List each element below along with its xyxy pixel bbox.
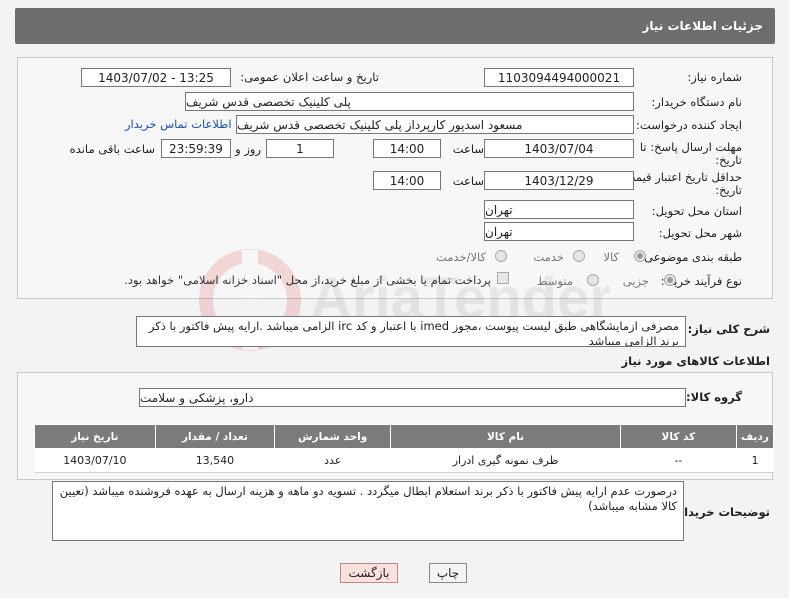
days-label: روز و bbox=[235, 142, 261, 156]
validity-date-field: 1403/12/29 bbox=[484, 171, 634, 190]
process-minor-label: جزیی bbox=[622, 274, 649, 288]
goods-group-field: دارو، پزشکی و سلامت bbox=[139, 388, 686, 407]
treasury-checkbox[interactable] bbox=[497, 272, 509, 284]
need-number-field: 1103094494000021 bbox=[484, 68, 634, 87]
buyer-notes-label: توضیحات خریدار: bbox=[672, 505, 770, 519]
treasury-note: پرداخت تمام یا بخشی از مبلغ خرید،از محل … bbox=[124, 273, 491, 287]
city-label: شهر محل تحویل: bbox=[658, 226, 742, 240]
goods-table-header: ردیف کد کالا نام کالا واحد شمارش تعداد /… bbox=[34, 424, 775, 449]
category-label: طبقه بندی موضوعی: bbox=[640, 250, 742, 264]
col-header-need-date: تاریخ نیاز bbox=[34, 424, 156, 449]
col-header-code: کد کالا bbox=[619, 424, 737, 449]
validity-date-label: تاریخ: bbox=[715, 183, 742, 197]
remaining-time-field: 23:59:39 bbox=[161, 139, 231, 158]
buyer-contact-link[interactable]: اطلاعات تماس خریدار bbox=[125, 117, 232, 131]
col-header-name: نام کالا bbox=[390, 424, 621, 449]
process-medium-label: متوسط bbox=[536, 274, 573, 288]
col-header-row: ردیف bbox=[735, 424, 775, 449]
col-header-unit: واحد شمارش bbox=[274, 424, 392, 449]
buyer-org-label: نام دستگاه خریدار: bbox=[651, 95, 742, 109]
process-radio-minor[interactable] bbox=[664, 274, 676, 286]
buyer-notes-field: درصورت عدم ارایه پیش فاکتور با ذکر برند … bbox=[52, 481, 684, 541]
print-button[interactable]: چاپ bbox=[429, 563, 467, 583]
province-field: تهران bbox=[484, 200, 634, 219]
deadline-label: مهلت ارسال پاسخ: تا bbox=[639, 140, 742, 154]
category-radio-goods[interactable] bbox=[634, 250, 646, 262]
creator-label: ایجاد کننده درخواست: bbox=[636, 118, 742, 132]
goods-table-wrap: ردیف کد کالا نام کالا واحد شمارش تعداد /… bbox=[34, 424, 775, 473]
cell-name: ظرف نمونه گیری ادرار bbox=[390, 448, 621, 473]
validity-time-field: 14:00 bbox=[373, 171, 441, 190]
deadline-date-label: تاریخ: bbox=[715, 153, 742, 167]
cell-row-number: 1 bbox=[736, 448, 774, 473]
description-field: مصرفی ازمایشگاهی طبق لیست پیوست ،مجوز im… bbox=[136, 316, 686, 347]
announce-label: تاریخ و ساعت اعلان عمومی: bbox=[240, 70, 379, 84]
cell-code: -- bbox=[620, 448, 737, 473]
goods-table: ردیف کد کالا نام کالا واحد شمارش تعداد /… bbox=[34, 424, 775, 473]
category-service-label: خدمت bbox=[533, 250, 564, 264]
back-button[interactable]: بازگشت bbox=[340, 563, 398, 583]
page-header: جزئیات اطلاعات نیاز bbox=[15, 8, 775, 44]
days-remaining-field: 1 bbox=[266, 139, 334, 158]
category-goods-label: کالا bbox=[603, 250, 619, 264]
buyer-org-field: پلی کلینیک تخصصی قدس شریف bbox=[185, 92, 634, 111]
deadline-time-label: ساعت bbox=[452, 142, 484, 156]
creator-field: مسعود اسدپور کارپرداز پلی کلینیک تخصصی ق… bbox=[236, 115, 634, 134]
col-header-quantity: تعداد / مقدار bbox=[154, 424, 276, 449]
category-goods-service-label: کالا/خدمت bbox=[435, 250, 486, 264]
goods-group-label: گروه کالا: bbox=[686, 390, 742, 404]
deadline-time-field: 14:00 bbox=[373, 139, 441, 158]
validity-time-label: ساعت bbox=[452, 174, 484, 188]
cell-unit: عدد bbox=[274, 448, 391, 473]
goods-section-title: اطلاعات کالاهای مورد نیاز bbox=[621, 354, 770, 368]
page-title: جزئیات اطلاعات نیاز bbox=[642, 19, 763, 33]
remaining-time-label: ساعت باقی مانده bbox=[69, 142, 155, 156]
province-label: استان محل تحویل: bbox=[651, 204, 742, 218]
category-radio-goods-service[interactable] bbox=[495, 250, 507, 262]
description-label: شرح کلی نیاز: bbox=[687, 322, 770, 336]
cell-need-date: 1403/07/10 bbox=[34, 448, 156, 473]
process-radio-medium[interactable] bbox=[587, 274, 599, 286]
city-field: تهران bbox=[484, 222, 634, 241]
announce-datetime-field: 1403/07/02 - 13:25 bbox=[81, 68, 231, 87]
category-radio-service[interactable] bbox=[573, 250, 585, 262]
need-number-label: شماره نیاز: bbox=[687, 70, 742, 84]
cell-quantity: 13,540 bbox=[155, 448, 275, 473]
deadline-date-field: 1403/07/04 bbox=[484, 139, 634, 158]
table-row: 1 -- ظرف نمونه گیری ادرار عدد 13,540 140… bbox=[34, 448, 774, 473]
